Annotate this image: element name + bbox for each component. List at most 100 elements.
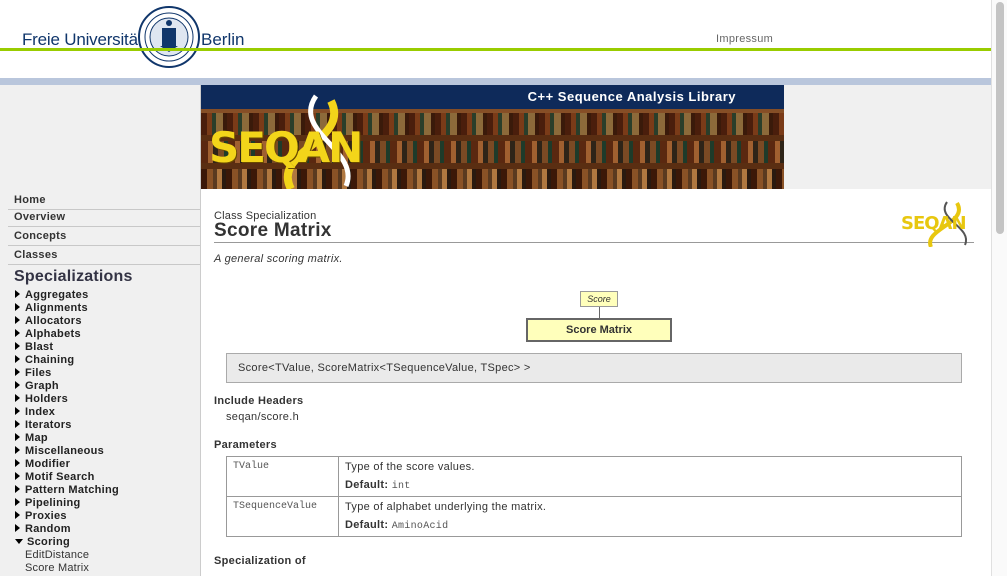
seqan-small-logo-text: SEQAN [901,213,967,234]
sidebar-item-files[interactable]: Files [15,367,52,380]
sidebar-item-modifier[interactable]: Modifier [15,458,70,471]
sidebar-item-label[interactable]: Proxies [25,510,67,522]
expand-arrow-icon[interactable] [15,290,20,298]
expand-arrow-icon[interactable] [15,485,20,493]
expand-arrow-icon[interactable] [15,420,20,428]
param-default: Default: int [345,479,955,492]
sidebar-nav-classes[interactable]: Classes [8,247,200,265]
sidebar-item-label[interactable]: Allocators [25,315,82,327]
sidebar-item-label[interactable]: Pattern Matching [25,484,119,496]
sidebar-item-map[interactable]: Map [15,432,48,445]
page-title: Score Matrix [214,220,332,241]
sidebar-item-proxies[interactable]: Proxies [15,510,67,523]
sidebar-item-pattern-matching[interactable]: Pattern Matching [15,484,119,497]
param-default-label: Default: [345,519,389,531]
sidebar-item-allocators[interactable]: Allocators [15,315,82,328]
diagram-current-class: Score Matrix [526,318,672,342]
table-row: TValue Type of the score values. Default… [226,456,962,497]
page: Freie Universität Berlin Impressum C++ S… [0,0,1007,576]
diagram-base-class-link[interactable]: Score [580,291,618,307]
sidebar-item-motif-search[interactable]: Motif Search [15,471,95,484]
sidebar-item-alignments[interactable]: Alignments [15,302,88,315]
expand-arrow-icon[interactable] [15,381,20,389]
expand-arrow-icon[interactable] [15,433,20,441]
scrollbar-thumb[interactable] [996,2,1004,234]
sidebar-item-scoring[interactable]: Scoring [15,536,70,549]
sidebar-item-holders[interactable]: Holders [15,393,68,406]
param-default-label: Default: [345,479,389,491]
university-seal-icon[interactable] [138,6,200,68]
expand-arrow-icon[interactable] [15,329,20,337]
main-content: Class Specialization Score Matrix SEQAN … [201,189,991,576]
sidebar-item-label[interactable]: Files [25,367,52,379]
param-default-value[interactable]: AminoAcid [392,521,449,532]
expand-arrow-icon[interactable] [15,394,20,402]
sidebar-item-miscellaneous[interactable]: Miscellaneous [15,445,104,458]
expand-arrow-icon[interactable] [15,511,20,519]
sidebar-item-label[interactable]: Holders [25,393,68,405]
sidebar-item-label[interactable]: Aggregates [25,289,89,301]
specializations-heading: Specializations [14,268,133,285]
sidebar-item-label[interactable]: Random [25,523,71,535]
sidebar-item-label[interactable]: Iterators [25,419,72,431]
seqan-small-logo[interactable]: SEQAN [901,201,973,247]
banner-title: C++ Sequence Analysis Library [527,89,736,104]
param-description: Type of alphabet underlying the matrix. [345,501,547,513]
impressum-link[interactable]: Impressum [716,33,773,45]
param-description-cell: Type of alphabet underlying the matrix. … [338,496,962,537]
diagram-connector [599,307,600,318]
include-headers-heading: Include Headers [214,395,304,407]
expand-arrow-icon[interactable] [15,459,20,467]
sidebar-item-label[interactable]: Pipelining [25,497,81,509]
specialization-of-heading: Specialization of [214,555,306,567]
sidebar-item-chaining[interactable]: Chaining [15,354,74,367]
sidebar-subitem-score-matrix[interactable]: Score Matrix [25,562,89,575]
expand-arrow-icon[interactable] [15,316,20,324]
sidebar-item-label[interactable]: Blast [25,341,53,353]
sidebar-item-aggregates[interactable]: Aggregates [15,289,89,302]
sidebar-nav-home[interactable]: Home [8,192,200,210]
param-name: TSequenceValue [226,496,339,537]
university-logo-text-right[interactable]: Berlin [201,30,244,50]
university-logo-text-left[interactable]: Freie Universität [22,30,143,50]
expand-arrow-icon[interactable] [15,524,20,532]
seqan-logo[interactable]: SEQAN [209,123,363,172]
sidebar-item-graph[interactable]: Graph [15,380,59,393]
sidebar-item-random[interactable]: Random [15,523,71,536]
sidebar-item-label[interactable]: Motif Search [25,471,95,483]
expand-arrow-icon[interactable] [15,355,20,363]
sidebar-item-label[interactable]: Miscellaneous [25,445,104,457]
header-green-divider [0,48,1007,51]
sidebar: Home Overview Concepts Classes Specializ… [0,189,201,576]
expand-arrow-icon[interactable] [15,342,20,350]
sidebar-subitem-editdistance[interactable]: EditDistance [25,549,89,562]
sidebar-item-label[interactable]: Modifier [25,458,70,470]
include-file: seqan/score.h [226,411,299,423]
expand-arrow-icon[interactable] [15,498,20,506]
sidebar-item-label[interactable]: Alphabets [25,328,81,340]
param-default-value: int [391,481,411,492]
expand-arrow-icon[interactable] [15,368,20,376]
sidebar-item-label[interactable]: Index [25,406,55,418]
sidebar-item-pipelining[interactable]: Pipelining [15,497,81,510]
expand-arrow-icon[interactable] [15,472,20,480]
param-description-cell: Type of the score values. Default: int [338,456,962,497]
sidebar-item-label[interactable]: Chaining [25,354,74,366]
sidebar-item-alphabets[interactable]: Alphabets [15,328,81,341]
param-name: TValue [226,456,339,497]
expand-arrow-icon[interactable] [15,303,20,311]
sidebar-item-blast[interactable]: Blast [15,341,53,354]
sidebar-item-index[interactable]: Index [15,406,55,419]
sidebar-item-label[interactable]: Map [25,432,48,444]
sidebar-nav-concepts[interactable]: Concepts [8,228,200,246]
collapse-arrow-icon[interactable] [15,539,23,544]
expand-arrow-icon[interactable] [15,446,20,454]
sidebar-item-iterators[interactable]: Iterators [15,419,72,432]
expand-arrow-icon[interactable] [15,407,20,415]
sidebar-item-label[interactable]: Graph [25,380,59,392]
vertical-scrollbar[interactable] [991,0,1007,576]
sidebar-nav-overview[interactable]: Overview [8,209,200,227]
sidebar-item-label[interactable]: Alignments [25,302,88,314]
parameters-heading: Parameters [214,439,277,451]
sidebar-item-label[interactable]: Scoring [27,536,70,548]
